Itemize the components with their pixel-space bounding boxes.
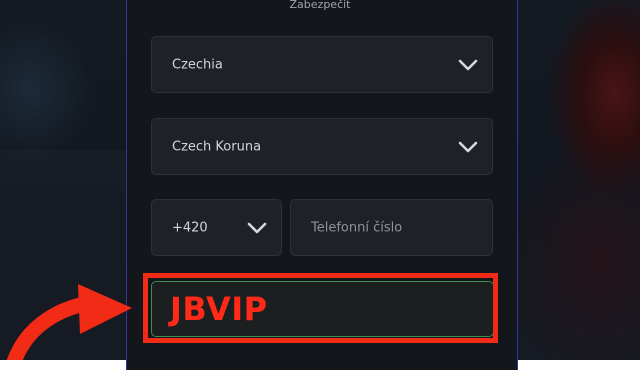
phone-code-select[interactable]: +420: [151, 199, 282, 256]
chevron-down-icon: [247, 222, 267, 233]
highlight-box: [143, 273, 498, 343]
phone-number-input[interactable]: Telefonní číslo: [290, 199, 493, 256]
background-detail: [0, 150, 126, 360]
country-select[interactable]: Czechia: [151, 36, 493, 93]
panel-title: Zabezpečit: [289, 0, 351, 11]
currency-select[interactable]: Czech Koruna: [151, 118, 493, 175]
phone-code-value: +420: [172, 220, 208, 235]
chevron-down-icon: [458, 59, 478, 70]
chevron-down-icon: [458, 141, 478, 152]
country-select-value: Czechia: [172, 57, 223, 72]
currency-select-value: Czech Koruna: [172, 139, 262, 154]
phone-number-placeholder: Telefonní číslo: [311, 220, 403, 235]
